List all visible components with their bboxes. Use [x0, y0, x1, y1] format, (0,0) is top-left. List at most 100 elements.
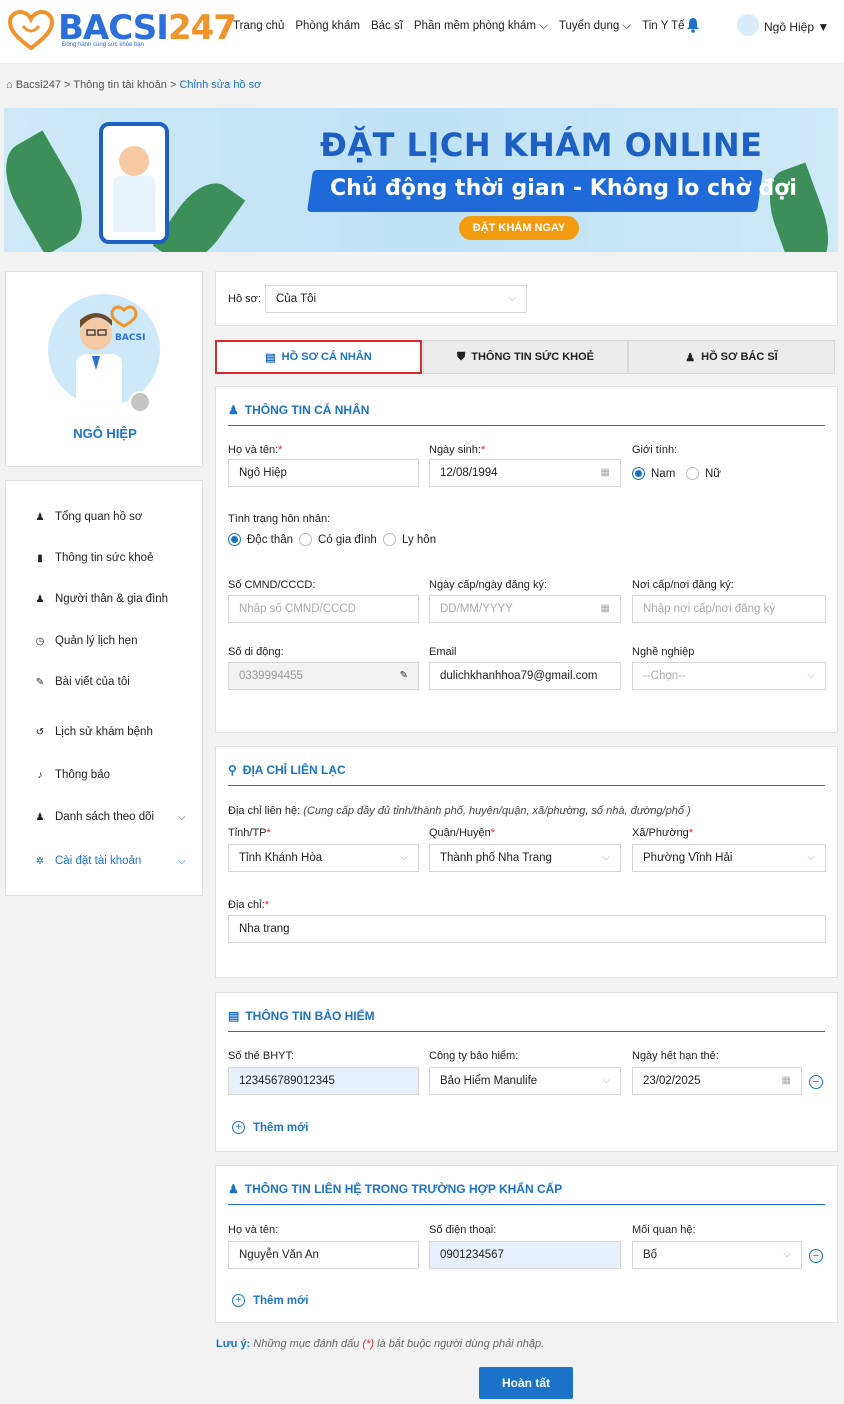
address-input[interactable]: Nha trang	[228, 915, 826, 943]
home-icon[interactable]: ⌂	[6, 79, 13, 91]
breadcrumb-home[interactable]: Bacsi247	[16, 79, 61, 91]
family-icon: ♟	[35, 593, 45, 605]
card-expiry-input[interactable]: 23/02/2025 ▦	[632, 1067, 802, 1095]
district-select[interactable]: Thành phố Nha Trang ⌵	[429, 844, 621, 872]
chevron-down-icon[interactable]: ⌵	[178, 812, 186, 823]
personal-info-section: ♟ THÔNG TIN CÁ NHÂN Họ và tên:* Ngô Hiệp …	[215, 386, 838, 733]
menu-appointments[interactable]: ◷ Quản lý lịch hẹn	[34, 635, 138, 647]
emergency-name-input[interactable]: Nguyễn Văn An	[228, 1241, 419, 1269]
main-nav: Trang chủ Phòng khám Bác sĩ Phần mềm phò…	[233, 20, 696, 33]
add-insurance-button[interactable]: + Thêm mới	[232, 1121, 308, 1134]
user-icon: ♟	[35, 511, 45, 523]
gender-female-radio[interactable]: Nữ	[686, 467, 721, 480]
user-avatar[interactable]	[737, 14, 759, 36]
section-title: ♟ THÔNG TIN LIÊN HỆ TRONG TRƯỜNG HỢP KHẨN…	[228, 1182, 563, 1196]
profile-tabs: ▤ HỒ SƠ CÁ NHÂN ⛊ THÔNG TIN SỨC KHOẺ ♟ HỒ S…	[215, 340, 835, 374]
clock-icon: ◷	[35, 635, 45, 647]
relationship-select[interactable]: Bố ⌵	[632, 1241, 802, 1269]
full-name-input[interactable]: Ngô Hiệp	[228, 459, 419, 487]
nav-news[interactable]: Tin Y Tế	[642, 20, 684, 33]
submit-button[interactable]: Hoàn tất	[479, 1367, 573, 1399]
marital-single-radio[interactable]: Độc thân	[228, 533, 293, 546]
marital-divorced-radio[interactable]: Ly hôn	[383, 533, 436, 546]
contact-icon: ♟	[228, 1182, 239, 1196]
bell-icon[interactable]	[686, 17, 700, 33]
profile-card: BACSI NGÔ HIỆP	[5, 271, 203, 467]
doctor-icon: ♟	[685, 351, 696, 364]
insurance-section: ▤ THÔNG TIN BẢO HIỂM Số thẻ BHYT: 1234567…	[215, 992, 838, 1152]
profile-avatar[interactable]: BACSI	[48, 294, 160, 406]
plus-circle-icon: +	[232, 1294, 245, 1307]
province-select[interactable]: Tỉnh Khánh Hòa ⌵	[228, 844, 419, 872]
menu-medical-history[interactable]: ↺ Lịch sử khám bệnh	[34, 726, 153, 738]
menu-my-posts[interactable]: ✎ Bài viết của tôi	[34, 676, 130, 688]
pencil-icon: ✎	[399, 670, 408, 681]
tab-health-info[interactable]: ⛊ THÔNG TIN SỨC KHOẺ	[423, 340, 628, 374]
emergency-phone-input[interactable]: 0901234567	[429, 1241, 621, 1269]
menu-account-settings[interactable]: ✲ Cài đặt tài khoản	[34, 855, 142, 867]
site-logo[interactable]: BACSI247 Đồng hành cùng sức khỏe bạn	[8, 8, 237, 52]
issue-place-input[interactable]: Nhập nơi cấp/nơi đăng ký	[632, 595, 826, 623]
nav-jobs[interactable]: Tuyển dụng ⌵	[559, 20, 631, 33]
nav-doctor[interactable]: Bác sĩ	[371, 20, 403, 33]
remove-contact-icon[interactable]: −	[809, 1249, 823, 1263]
menu-health-info[interactable]: ▮ Thông tin sức khoẻ	[34, 552, 153, 564]
shield-icon: ⛊	[456, 350, 466, 363]
issue-date-input[interactable]: DD/MM/YYYY ▦	[429, 595, 621, 623]
gender-male-radio[interactable]: Nam	[632, 467, 675, 480]
insurance-company-select[interactable]: Bảo Hiểm Manulife ⌵	[429, 1067, 621, 1095]
chevron-down-icon: ⌵	[783, 1249, 791, 1260]
chevron-down-icon: ⌵	[807, 852, 815, 863]
tab-personal-profile[interactable]: ▤ HỒ SƠ CÁ NHÂN	[215, 340, 422, 374]
menu-following[interactable]: ♟ Danh sách theo dõi	[34, 811, 155, 823]
promo-banner[interactable]: ĐẶT LỊCH KHÁM ONLINE Chủ động thời gian …	[4, 108, 838, 252]
user-menu[interactable]: Ngô Hiệp ▼	[764, 20, 829, 34]
chevron-down-icon: ⌵	[602, 852, 610, 863]
follow-icon: ♟	[35, 811, 45, 823]
book-now-button[interactable]: ĐẶT KHÁM NGAY	[459, 216, 579, 240]
health-insurance-number-input[interactable]: 123456789012345	[228, 1067, 419, 1095]
section-title: ⚲ ĐỊA CHỈ LIÊN LẠC	[228, 763, 346, 777]
chevron-down-icon[interactable]: ⌵	[178, 856, 186, 867]
nav-clinic[interactable]: Phòng khám	[295, 20, 360, 33]
document-icon: ▤	[265, 351, 276, 364]
remove-insurance-icon[interactable]: −	[809, 1075, 823, 1089]
logo-tagline: Đồng hành cùng sức khỏe bạn	[62, 42, 145, 48]
bell-icon: ♪	[37, 769, 43, 781]
menu-family[interactable]: ♟ Người thân & gia đình	[34, 593, 169, 605]
plus-circle-icon: +	[232, 1121, 245, 1134]
tab-doctor-profile[interactable]: ♟ HỒ SƠ BÁC SĨ	[628, 340, 835, 374]
breadcrumb-current: Chỉnh sửa hồ sơ	[179, 79, 262, 91]
book-icon: ▮	[37, 552, 43, 564]
banner-subtitle: Chủ động thời gian - Không lo chờ đợi	[330, 176, 797, 201]
profile-name: NGÔ HIỆP	[73, 426, 137, 441]
breadcrumb: ⌂ Bacsi247 > Thông tin tài khoản > Chỉnh…	[6, 79, 262, 91]
dob-input[interactable]: 12/08/1994 ▦	[429, 459, 621, 487]
emergency-contact-section: ♟ THÔNG TIN LIÊN HỆ TRONG TRƯỜNG HỢP KHẨN…	[215, 1165, 838, 1323]
nav-home[interactable]: Trang chủ	[233, 20, 284, 33]
section-title: ♟ THÔNG TIN CÁ NHÂN	[228, 403, 370, 417]
profile-select[interactable]: Của Tôi ⌵	[265, 285, 527, 313]
section-title: ▤ THÔNG TIN BẢO HIỂM	[228, 1009, 375, 1023]
calendar-icon: ▦	[600, 603, 610, 614]
required-note: Lưu ý: Những mục đánh dấu (*) là bắt buộ…	[216, 1338, 545, 1350]
calendar-icon: ▦	[600, 467, 610, 478]
id-number-input[interactable]: Nhập số CMND/CCCD	[228, 595, 419, 623]
top-header: BACSI247 Đồng hành cùng sức khỏe bạn Tra…	[0, 0, 844, 64]
mobile-phone-input[interactable]: 0339994455 ✎	[228, 662, 419, 690]
occupation-select[interactable]: --Chọn-- ⌵	[632, 662, 826, 690]
marital-married-radio[interactable]: Có gia đình	[299, 533, 377, 546]
gear-icon: ✲	[35, 855, 45, 867]
menu-profile-overview[interactable]: ♟ Tổng quan hồ sơ	[34, 511, 143, 523]
menu-notifications[interactable]: ♪ Thông báo	[34, 769, 111, 781]
camera-icon[interactable]	[129, 391, 151, 413]
ward-select[interactable]: Phường Vĩnh Hải ⌵	[632, 844, 826, 872]
breadcrumb-account[interactable]: Thông tin tài khoản	[73, 79, 167, 91]
nav-clinic-software[interactable]: Phần mềm phòng khám ⌵	[414, 20, 548, 33]
calendar-icon: ▦	[781, 1075, 791, 1086]
id-card-icon: ▤	[228, 1009, 240, 1023]
chevron-down-icon: ⌵	[400, 852, 408, 863]
add-contact-button[interactable]: + Thêm mới	[232, 1294, 308, 1307]
svg-text:BACSI: BACSI	[115, 333, 145, 343]
email-input[interactable]: dulichkhanhhoa79@gmail.com	[429, 662, 621, 690]
